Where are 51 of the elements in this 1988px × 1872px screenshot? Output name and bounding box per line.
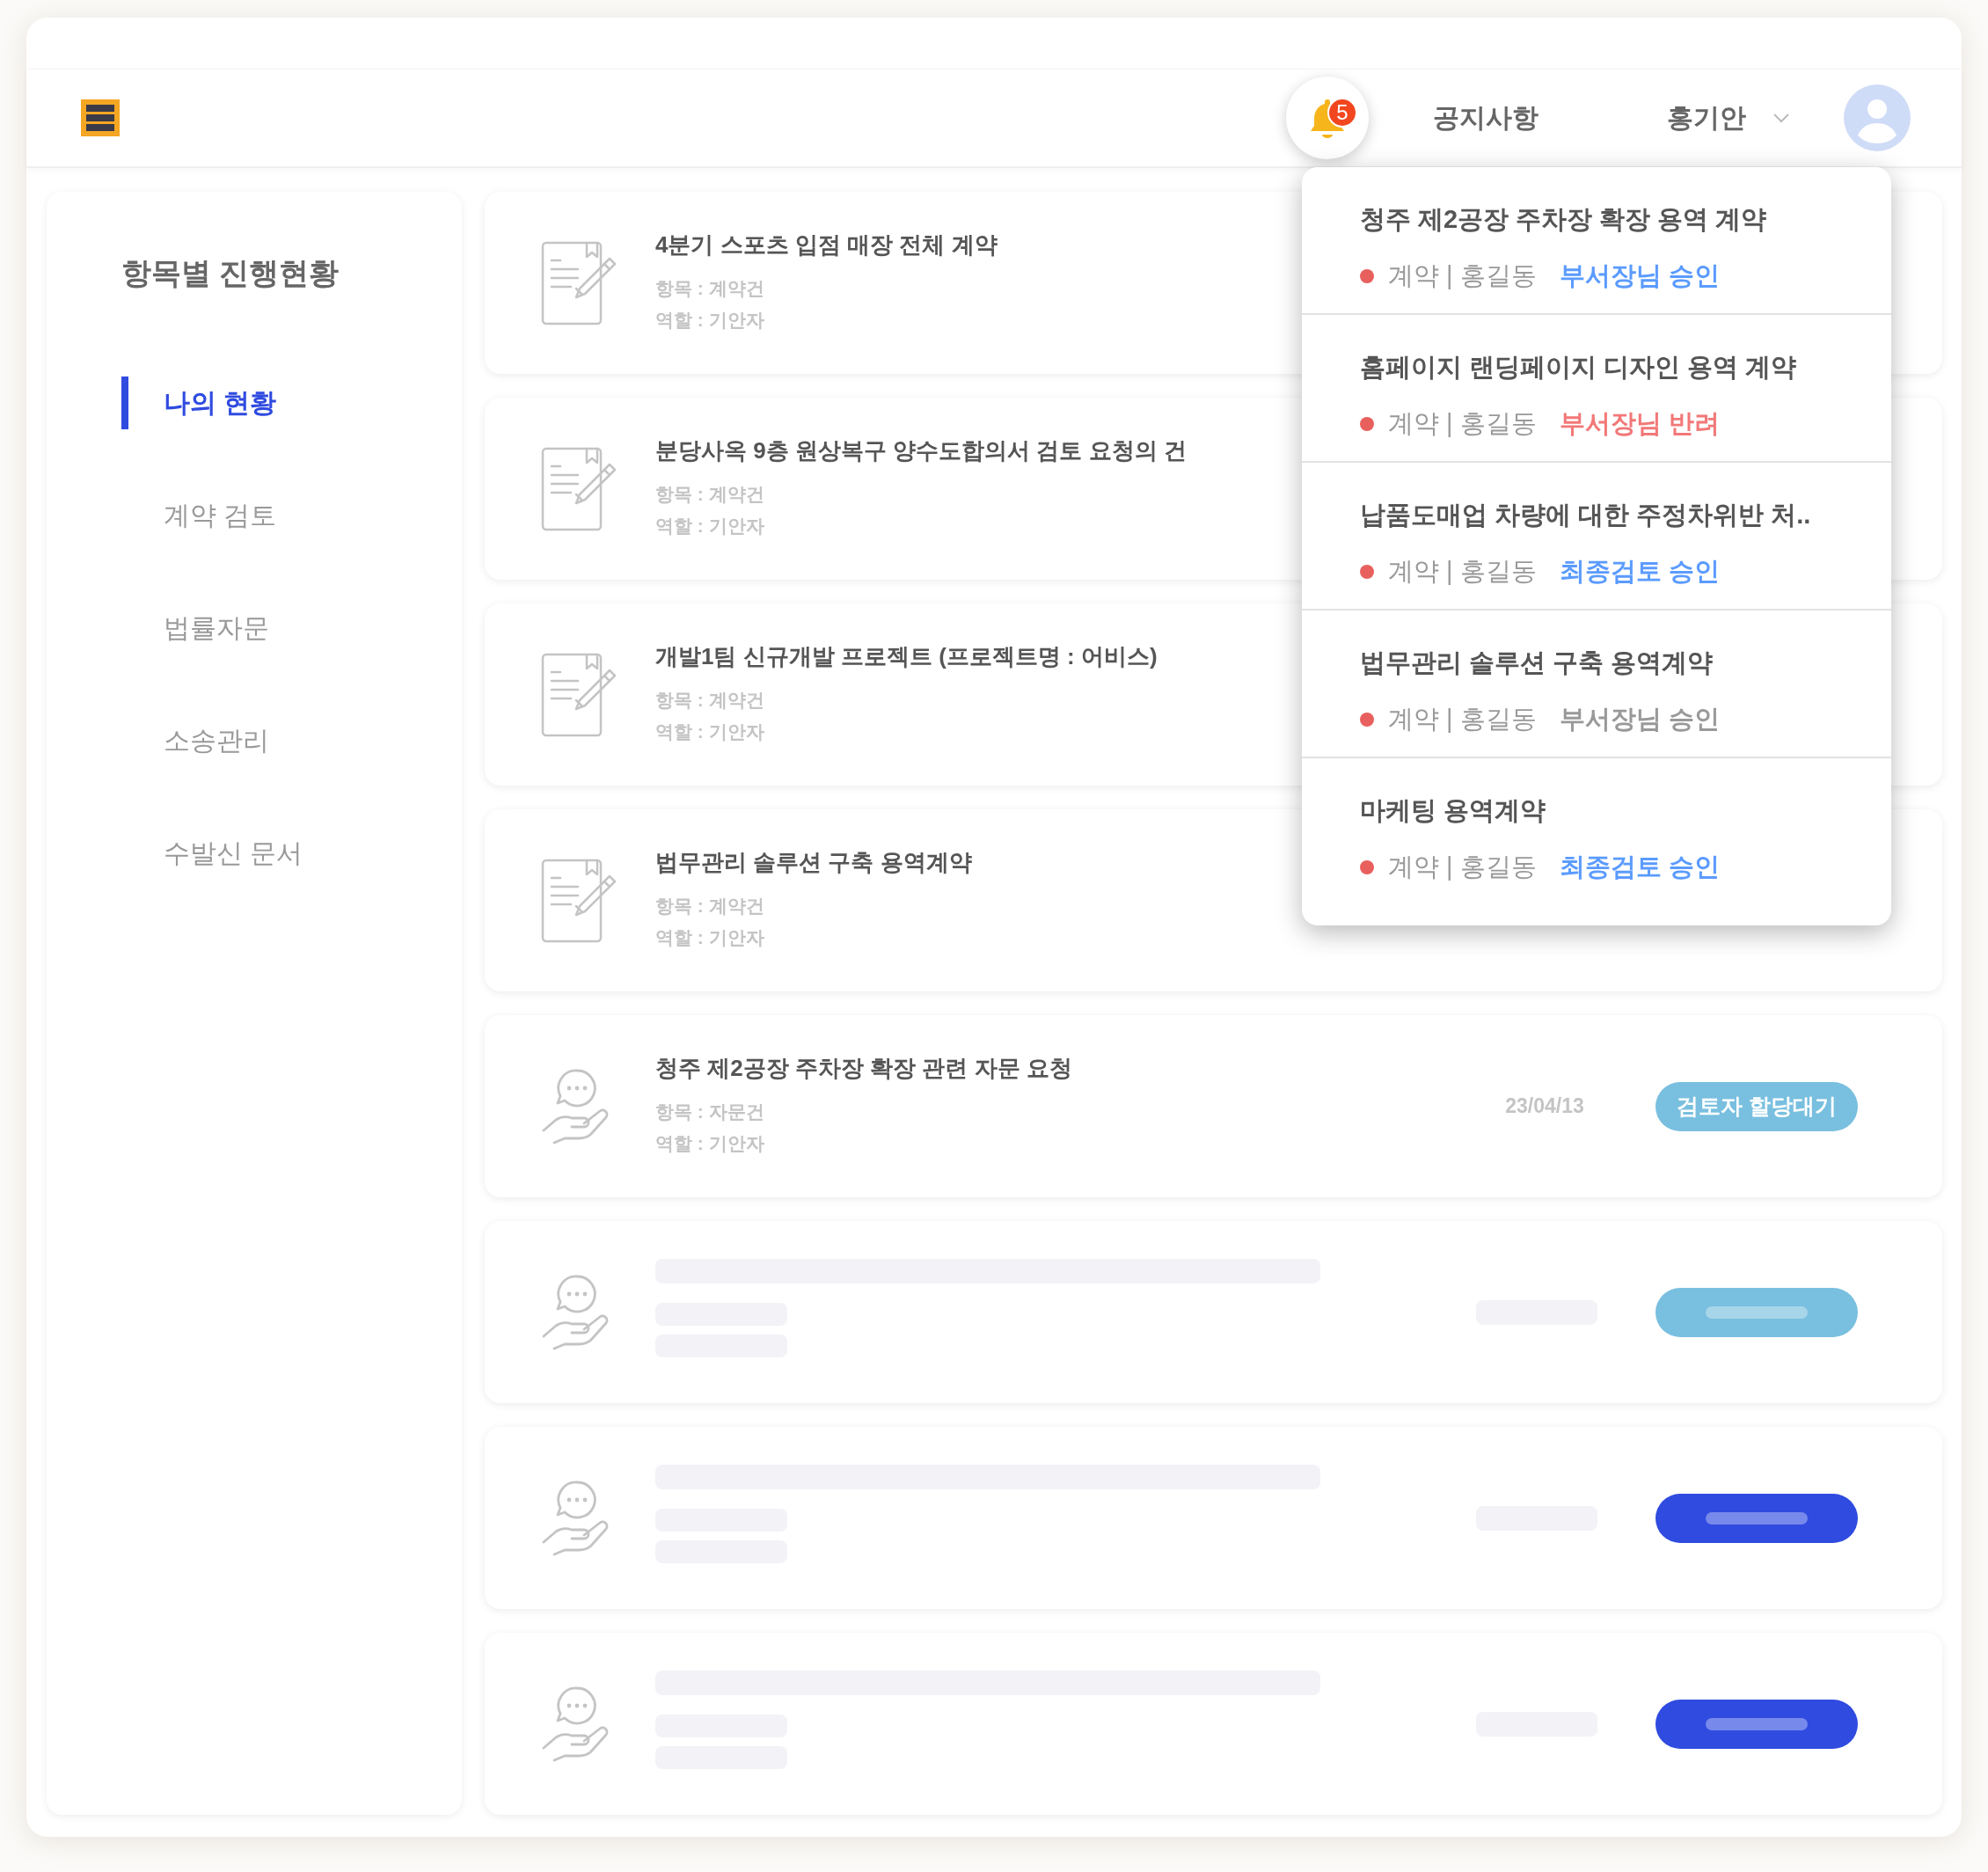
unread-dot (1360, 269, 1374, 283)
approval-status: 부서장님 승인 (1559, 260, 1720, 291)
notification-meta: 계약 | 홍길동 (1388, 852, 1537, 882)
chevron-down-icon[interactable] (1772, 113, 1790, 123)
sidebar-item[interactable]: 나의 현황 (164, 384, 277, 421)
notice-link[interactable]: 공지사항 (1433, 99, 1539, 136)
user-name-menu[interactable]: 홍기안 (1667, 99, 1746, 136)
role-label: 역할 : 기안자 (655, 720, 764, 743)
date-label: 23/04/13 (1504, 1094, 1585, 1118)
notification-item[interactable]: 납품도매업 차량에 대한 주정차위반 처.. 계약 | 홍길동 최종검토 승인 (1302, 463, 1891, 611)
document-pen-icon (541, 446, 617, 531)
notification-meta: 계약 | 홍길동 (1388, 260, 1537, 291)
status-badge: 검토자 할당대기 (1655, 1081, 1858, 1131)
document-pen-icon (541, 652, 617, 737)
task-card[interactable]: 청주 제2공장 주차장 확장 관련 자문 요청 항목 : 자문건 역할 : 기안자 23/04/13 검토자 할당대기 (485, 1015, 1942, 1197)
category-label: 항목 : 계약건 (655, 895, 764, 918)
card-title[interactable]: 개발1팀 신규개발 프로젝트 (프로젝트명 : 어비스) (655, 641, 1158, 672)
user-avatar-icon[interactable] (1844, 84, 1911, 151)
notification-title: 법무관리 솔루션 구축 용역계약 (1360, 647, 1714, 678)
approval-status: 최종검토 승인 (1559, 852, 1720, 882)
sidebar-title: 항목별 진행현황 (121, 255, 340, 291)
card-title[interactable]: 4분기 스포츠 입점 매장 전체 계약 (655, 230, 998, 260)
document-pen-icon (541, 858, 617, 943)
notification-button[interactable]: 5 (1286, 77, 1369, 159)
notification-meta: 계약 | 홍길동 (1388, 408, 1537, 439)
notification-item[interactable]: 청주 제2공장 주차장 확장 용역 계약 계약 | 홍길동 부서장님 승인 (1302, 167, 1891, 315)
role-label: 역할 : 기안자 (655, 309, 764, 332)
menu-logo-icon[interactable] (81, 99, 120, 136)
notification-meta: 계약 | 홍길동 (1388, 704, 1537, 735)
category-label: 항목 : 계약건 (655, 689, 764, 712)
document-pen-icon (541, 240, 617, 325)
card-title[interactable]: 청주 제2공장 주차장 확장 관련 자문 요청 (655, 1053, 1072, 1084)
approval-status: 부서장님 반려 (1559, 408, 1720, 439)
notification-item[interactable]: 법무관리 솔루션 구축 용역계약 계약 | 홍길동 부서장님 승인 (1302, 611, 1891, 758)
notification-title: 납품도매업 차량에 대한 주정차위반 처.. (1360, 500, 1811, 530)
role-label: 역할 : 기안자 (655, 515, 764, 537)
role-label: 역할 : 기안자 (655, 1132, 764, 1155)
category-label: 항목 : 계약건 (655, 483, 764, 506)
category-label: 항목 : 자문건 (655, 1101, 764, 1123)
unread-dot (1360, 417, 1374, 431)
unread-dot (1360, 713, 1374, 727)
approval-status: 부서장님 승인 (1559, 704, 1720, 735)
category-label: 항목 : 계약건 (655, 277, 764, 300)
unread-dot (1360, 860, 1374, 874)
role-label: 역할 : 기안자 (655, 926, 764, 949)
notification-title: 청주 제2공장 주차장 확장 용역 계약 (1360, 204, 1767, 235)
card-title[interactable]: 분당사옥 9층 원상복구 양수도합의서 검토 요청의 건 (655, 435, 1187, 466)
notification-item[interactable]: 홈페이지 랜딩페이지 디자인 용역 계약 계약 | 홍길동 부서장님 반려 (1302, 315, 1891, 463)
notification-count-badge: 5 (1327, 98, 1357, 128)
unread-dot (1360, 565, 1374, 579)
card-title[interactable]: 법무관리 솔루션 구축 용역계약 (655, 847, 972, 878)
